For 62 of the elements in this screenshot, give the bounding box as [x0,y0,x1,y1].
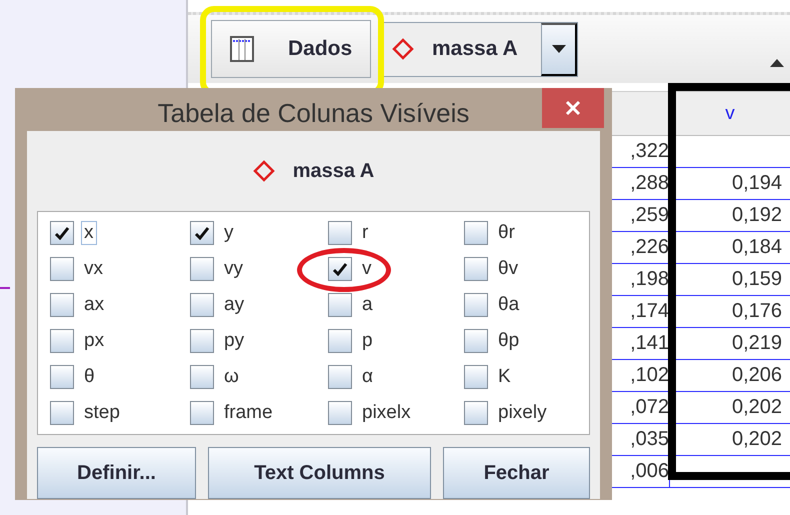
table-cell: 0,184 [732,236,782,258]
table-cell: ,072 [630,396,669,418]
column-checkbox[interactable]: K [464,364,514,390]
table-cell: ,035 [630,428,669,450]
column-checkbox[interactable]: v [328,256,374,282]
table-cell: ,226 [630,236,669,258]
table-cell: 0,202 [732,396,782,418]
table-cell: 0,192 [732,204,782,226]
column-checkbox[interactable]: θp [464,328,522,354]
column-checkbox[interactable]: a [328,292,376,318]
column-checkbox[interactable]: θv [464,256,522,282]
column-checkbox[interactable]: py [190,328,248,354]
column-checkbox[interactable]: px [50,328,108,354]
object-dropdown[interactable]: massa A [381,22,578,76]
trace-mark [0,287,10,289]
table-cell: ,174 [630,300,669,322]
checkmark-icon [332,262,348,276]
table-cell: 0,219 [732,332,782,354]
diamond-icon [252,160,275,182]
column-checkbox[interactable]: p [328,328,376,354]
column-checkbox[interactable]: θa [464,292,522,318]
selected-object: massa A [432,37,518,61]
checkmark-icon [194,226,210,240]
table-cell: 0,194 [732,172,782,194]
triangle-up-icon[interactable] [770,59,784,67]
column-checkbox[interactable]: θr [464,220,518,246]
table-cell: ,198 [630,268,669,290]
table-cell: 0,176 [732,300,782,322]
table-icon [230,36,254,62]
table-cell: ,006 [630,460,669,482]
column-checkbox[interactable]: pixely [464,400,550,426]
column-checkbox[interactable]: ay [190,292,248,318]
table-cell: ,288 [630,172,669,194]
column-checkbox[interactable]: pixelx [328,400,414,426]
dialog-button[interactable]: Text Columns [208,447,431,499]
object-name: massa A [292,160,374,182]
dialog-button[interactable]: Fechar [443,447,590,499]
column-checkbox[interactable]: ax [50,292,108,318]
close-button[interactable] [542,88,604,128]
caret-icon [552,45,566,53]
diamond-icon [392,38,414,60]
table-cell: ,322 [630,140,669,162]
table-cell: ,259 [630,204,669,226]
table-cell: ,102 [630,364,669,386]
table-cell: ,141 [630,332,669,354]
table-cell: 0,159 [732,268,782,290]
checkmark-icon [54,226,70,240]
column-checkbox[interactable]: ω [190,364,242,390]
column-checkbox[interactable]: vy [190,256,246,282]
column-checkbox[interactable]: θ [50,364,98,390]
data-button[interactable]: Dados [211,20,371,78]
column-checkbox[interactable]: step [50,400,123,426]
table-cell: 0,206 [732,364,782,386]
dialog-button[interactable]: Definir... [37,447,196,499]
column-checkbox[interactable]: frame [190,400,276,426]
column-checkbox[interactable]: x [50,220,96,246]
table-cell: 0,202 [732,428,782,450]
dialog-title: Tabela de Colunas Visíveis [158,97,470,129]
column-checkbox[interactable]: vx [50,256,106,282]
column-checkbox[interactable]: α [328,364,376,390]
close-icon [565,100,581,116]
column-checkbox[interactable]: y [190,220,236,246]
